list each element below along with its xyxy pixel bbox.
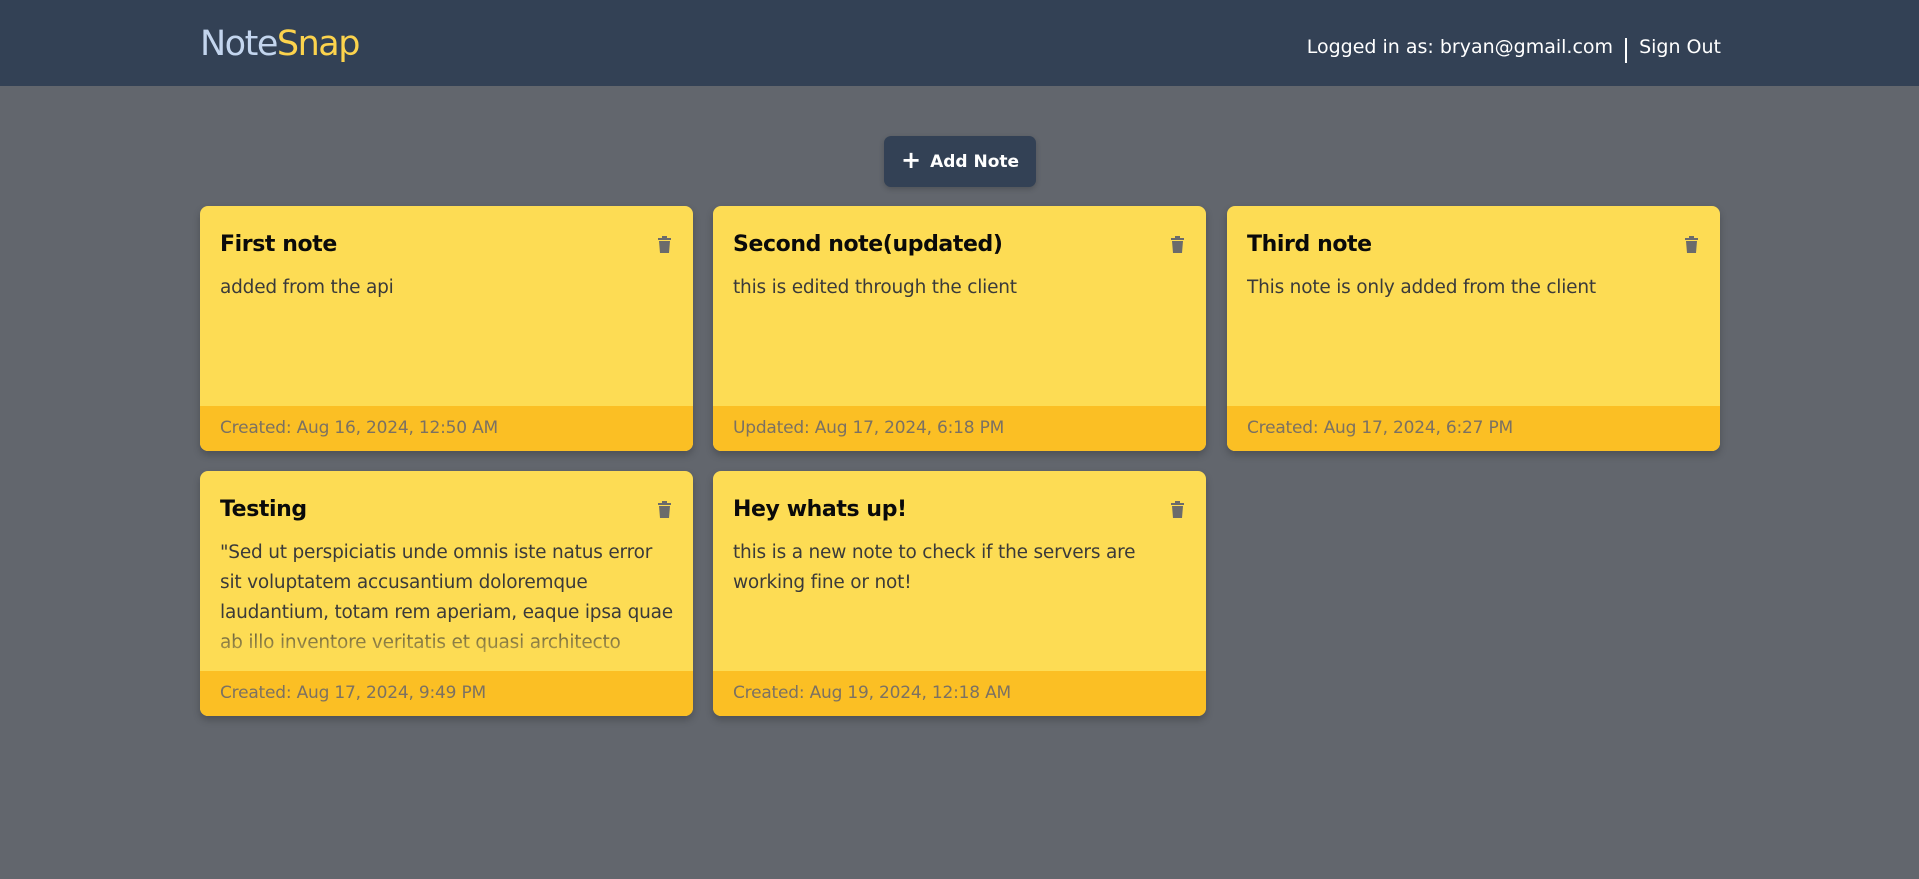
add-note-label: Add Note <box>930 151 1020 172</box>
trash-icon[interactable] <box>1171 236 1184 253</box>
note-card[interactable]: Hey whats up! this is a new note to chec… <box>713 471 1206 716</box>
note-body: this is edited through the client <box>733 277 1017 298</box>
note-card[interactable]: Second note(updated) this is edited thro… <box>713 206 1206 451</box>
note-card[interactable]: Third note This note is only added from … <box>1227 206 1720 451</box>
note-footer: Created: Aug 17, 2024, 6:27 PM <box>1227 406 1720 451</box>
logged-in-text: Logged in as: bryan@gmail.com <box>1306 35 1614 58</box>
note-card[interactable]: First note added from the api Created: A… <box>200 206 693 451</box>
trash-icon[interactable] <box>658 501 671 518</box>
top-navbar: NoteSnap Logged in as: bryan@gmail.com S… <box>0 0 1919 86</box>
note-title: Third note <box>1247 232 1372 257</box>
note-body: This note is only added from the client <box>1247 277 1596 298</box>
plus-icon: + <box>900 145 922 174</box>
trash-icon[interactable] <box>658 236 671 253</box>
brand-part-note: Note <box>200 24 278 64</box>
note-card[interactable]: Testing "Sed ut perspiciatis unde omnis … <box>200 471 693 716</box>
note-title: Second note(updated) <box>733 232 1003 257</box>
trash-icon[interactable] <box>1171 501 1184 518</box>
trash-icon[interactable] <box>1685 236 1698 253</box>
note-title: Hey whats up! <box>733 497 907 522</box>
sign-out-link[interactable]: Sign Out <box>1639 33 1721 61</box>
add-note-button[interactable]: + Add Note <box>884 136 1036 187</box>
note-title: Testing <box>220 497 307 522</box>
note-body: "Sed ut perspiciatis unde omnis iste nat… <box>220 542 673 653</box>
note-footer: Updated: Aug 17, 2024, 6:18 PM <box>713 406 1206 451</box>
note-footer: Created: Aug 17, 2024, 9:49 PM <box>200 671 693 716</box>
nav-divider <box>1625 38 1628 63</box>
note-body: this is a new note to check if the serve… <box>733 542 1136 593</box>
note-title: First note <box>220 232 337 257</box>
brand-logo[interactable]: NoteSnap <box>200 23 361 65</box>
note-footer: Created: Aug 16, 2024, 12:50 AM <box>200 406 693 451</box>
note-footer: Created: Aug 19, 2024, 12:18 AM <box>713 671 1206 716</box>
note-body: added from the api <box>220 277 394 298</box>
user-area: Logged in as: bryan@gmail.com Sign Out <box>1307 30 1721 63</box>
brand-part-snap: Snap <box>276 24 361 64</box>
